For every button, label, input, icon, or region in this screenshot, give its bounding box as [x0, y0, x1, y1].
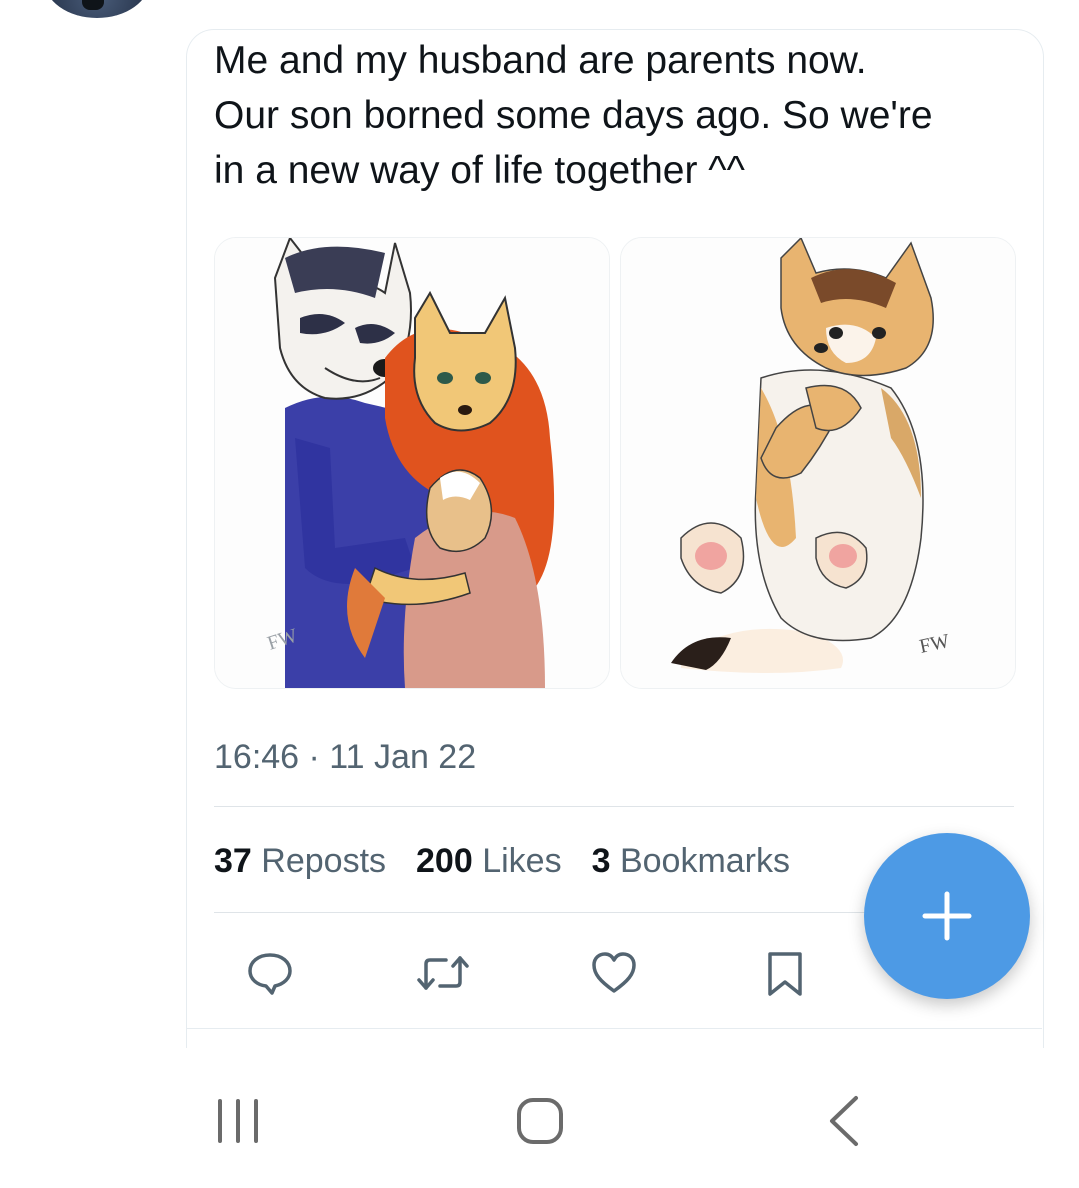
repost-icon — [417, 956, 469, 990]
divider — [214, 806, 1014, 807]
home-icon — [517, 1098, 563, 1144]
back-button[interactable] — [820, 1095, 872, 1147]
like-button[interactable] — [590, 950, 638, 996]
likes-stat[interactable]: 200 Likes — [416, 842, 562, 881]
reposts-stat[interactable]: 37 Reposts — [214, 842, 386, 881]
artwork-image-2: FW — [621, 238, 1015, 688]
divider — [186, 1028, 1042, 1029]
reposts-count: 37 — [214, 842, 252, 880]
recent-apps-button[interactable] — [212, 1095, 264, 1147]
home-button[interactable] — [514, 1095, 566, 1147]
recent-apps-icon — [218, 1099, 258, 1143]
plus-icon — [922, 891, 972, 941]
reposts-label: Reposts — [261, 842, 387, 880]
compose-button[interactable] — [864, 833, 1030, 999]
bookmarks-count: 3 — [591, 842, 611, 880]
tweet-media-2[interactable]: FW — [620, 237, 1016, 689]
like-icon — [592, 952, 636, 993]
bookmark-button[interactable] — [764, 950, 806, 996]
artwork-image-1: FW — [215, 238, 609, 688]
back-icon — [830, 1096, 858, 1146]
repost-button[interactable] — [416, 950, 470, 996]
likes-label: Likes — [482, 842, 562, 880]
tweet-media-1[interactable]: FW — [214, 237, 610, 689]
reply-button[interactable] — [246, 950, 294, 996]
likes-count: 200 — [416, 842, 473, 880]
bookmarks-stat[interactable]: 3 Bookmarks — [592, 842, 790, 881]
tweet-stats: 37 Reposts 200 Likes 3 Bookmarks — [214, 842, 790, 881]
tweet-text: Me and my husband are parents now. Our s… — [214, 39, 933, 192]
tweet-timestamp[interactable]: 16:46 · 11 Jan 22 — [214, 738, 476, 777]
reply-icon — [248, 953, 292, 995]
bookmarks-label: Bookmarks — [619, 842, 791, 880]
bookmark-icon — [768, 952, 802, 996]
